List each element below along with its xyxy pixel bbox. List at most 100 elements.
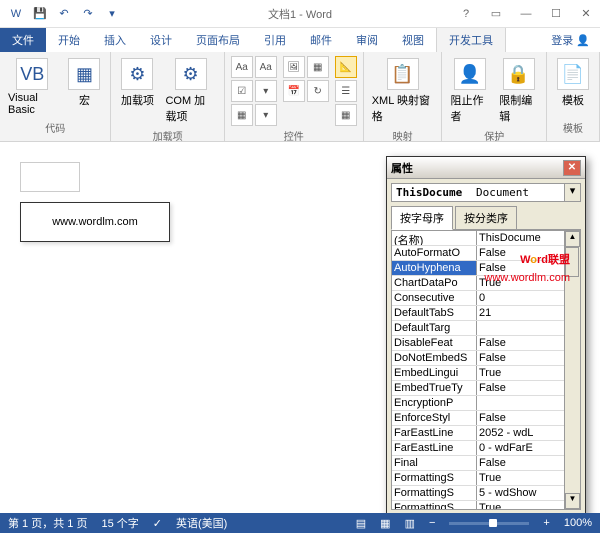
zoom-in-icon[interactable]: + bbox=[543, 517, 549, 529]
status-bar: 第 1 页，共 1 页 15 个字 ✓ 英语(美国) ▤ ▦ ▥ − + 100… bbox=[0, 513, 600, 533]
property-row[interactable]: EmbedLinguiTrue bbox=[392, 366, 580, 381]
tab-alphabetic[interactable]: 按字母序 bbox=[391, 206, 453, 230]
group-button[interactable]: ▦ bbox=[335, 104, 357, 126]
property-row[interactable]: FinalFalse bbox=[392, 456, 580, 471]
repeat-icon[interactable]: ↻ bbox=[307, 80, 329, 102]
xml-mapping-button[interactable]: 📋XML 映射窗格 bbox=[370, 56, 436, 126]
zoom-level[interactable]: 100% bbox=[564, 517, 592, 529]
property-row[interactable]: FormattingSTrue bbox=[392, 501, 580, 510]
ribbon-options-icon[interactable]: ▭ bbox=[482, 4, 510, 24]
property-row[interactable]: DoNotEmbedSFalse bbox=[392, 351, 580, 366]
page-indicator[interactable]: 第 1 页，共 1 页 bbox=[8, 515, 87, 531]
tab-view[interactable]: 视图 bbox=[390, 28, 436, 52]
property-name: DefaultTarg bbox=[392, 321, 477, 335]
property-row[interactable]: DefaultTarg bbox=[392, 321, 580, 336]
property-name: EmbedLingui bbox=[392, 366, 477, 380]
group-addins: ⚙加载项 ⚙COM 加载项 加载项 bbox=[111, 52, 224, 141]
visual-basic-button[interactable]: VBVisual Basic bbox=[6, 56, 58, 118]
word-icon[interactable]: W bbox=[6, 4, 26, 24]
selection-ghost bbox=[20, 162, 80, 192]
properties-close-button[interactable]: ✕ bbox=[563, 160, 581, 176]
help-icon[interactable]: ? bbox=[452, 4, 480, 24]
restrict-editing-button[interactable]: 🔒限制编辑 bbox=[497, 56, 540, 126]
macro-icon: ▦ bbox=[68, 58, 100, 90]
view-read-icon[interactable]: ▤ bbox=[356, 517, 366, 530]
property-name: DefaultTabS bbox=[392, 306, 477, 320]
qat-dropdown-icon[interactable]: ▾ bbox=[102, 4, 122, 24]
property-row[interactable]: EmbedTrueTyFalse bbox=[392, 381, 580, 396]
properties-button[interactable]: ☰ bbox=[335, 80, 357, 102]
save-icon[interactable]: 💾 bbox=[30, 4, 50, 24]
property-name: FormattingS bbox=[392, 471, 477, 485]
zoom-slider[interactable] bbox=[449, 522, 529, 525]
tab-layout[interactable]: 页面布局 bbox=[184, 28, 252, 52]
login-button[interactable]: 登录 👤 bbox=[541, 28, 600, 52]
checkbox-icon[interactable]: ☑ bbox=[231, 80, 253, 102]
more-icon[interactable]: ▾ bbox=[255, 104, 277, 126]
textbox-control[interactable]: www.wordlm.com bbox=[20, 202, 170, 242]
aa-plain-icon[interactable]: Aa bbox=[255, 56, 277, 78]
zoom-out-icon[interactable]: − bbox=[429, 517, 435, 529]
design-mode-button[interactable]: 📐 bbox=[335, 56, 357, 78]
ribbon-tabs: 文件 开始 插入 设计 页面布局 引用 邮件 审阅 视图 开发工具 登录 👤 bbox=[0, 28, 600, 52]
legacy-icon[interactable]: ▦ bbox=[231, 104, 253, 126]
block-authors-button[interactable]: 👤阻止作者 bbox=[448, 56, 491, 126]
dropdown-icon[interactable]: ▾ bbox=[564, 184, 580, 201]
language-indicator[interactable]: 英语(美国) bbox=[176, 515, 227, 531]
property-row[interactable]: DefaultTabS21 bbox=[392, 306, 580, 321]
redo-icon[interactable]: ↷ bbox=[78, 4, 98, 24]
template-icon: 📄 bbox=[557, 58, 589, 90]
lock-icon: 🔒 bbox=[503, 58, 535, 90]
property-row[interactable]: AutoFormatOFalse bbox=[392, 246, 580, 261]
tab-categorized[interactable]: 按分类序 bbox=[455, 206, 517, 230]
undo-icon[interactable]: ↶ bbox=[54, 4, 74, 24]
property-row[interactable]: DisableFeatFalse bbox=[392, 336, 580, 351]
tab-design[interactable]: 设计 bbox=[138, 28, 184, 52]
view-print-icon[interactable]: ▦ bbox=[380, 517, 390, 530]
combo-icon[interactable]: ▾ bbox=[255, 80, 277, 102]
tab-mailings[interactable]: 邮件 bbox=[298, 28, 344, 52]
scroll-up-icon[interactable]: ▲ bbox=[565, 231, 580, 247]
proofing-icon[interactable]: ✓ bbox=[153, 517, 162, 530]
word-count[interactable]: 15 个字 bbox=[101, 515, 138, 531]
property-row[interactable]: FormattingSTrue bbox=[392, 471, 580, 486]
tab-file[interactable]: 文件 bbox=[0, 28, 46, 52]
addin-button[interactable]: ⚙加载项 bbox=[117, 56, 157, 110]
object-selector[interactable]: ThisDocume Document ▾ bbox=[391, 183, 581, 202]
tab-review[interactable]: 审阅 bbox=[344, 28, 390, 52]
properties-window[interactable]: 属性 ✕ ThisDocume Document ▾ 按字母序 按分类序 (名称… bbox=[386, 156, 586, 516]
property-name: AutoHyphena bbox=[392, 261, 477, 275]
scroll-down-icon[interactable]: ▼ bbox=[565, 493, 580, 509]
property-row[interactable]: FarEastLine2052 - wdL bbox=[392, 426, 580, 441]
com-addin-button[interactable]: ⚙COM 加载项 bbox=[163, 56, 217, 126]
property-row[interactable]: EncryptionP bbox=[392, 396, 580, 411]
tab-references[interactable]: 引用 bbox=[252, 28, 298, 52]
tab-home[interactable]: 开始 bbox=[46, 28, 92, 52]
template-button[interactable]: 📄模板 bbox=[553, 56, 593, 110]
xml-icon: 📋 bbox=[387, 58, 419, 90]
property-name: Final bbox=[392, 456, 477, 470]
date-icon[interactable]: 📅 bbox=[283, 80, 305, 102]
property-name: ChartDataPo bbox=[392, 276, 477, 290]
picture-icon[interactable]: 🖼 bbox=[283, 56, 305, 78]
tab-insert[interactable]: 插入 bbox=[92, 28, 138, 52]
addin-icon: ⚙ bbox=[121, 58, 153, 90]
property-row[interactable]: (名称)ThisDocume bbox=[392, 231, 580, 246]
minimize-icon[interactable]: — bbox=[512, 4, 540, 24]
property-row[interactable]: EnforceStylFalse bbox=[392, 411, 580, 426]
maximize-icon[interactable]: ☐ bbox=[542, 4, 570, 24]
macro-button[interactable]: ▦宏 bbox=[64, 56, 104, 110]
group-label: 模板 bbox=[563, 118, 583, 137]
property-row[interactable]: FarEastLine0 - wdFarE bbox=[392, 441, 580, 456]
property-name: FarEastLine bbox=[392, 426, 477, 440]
property-row[interactable]: Consecutive0 bbox=[392, 291, 580, 306]
view-web-icon[interactable]: ▥ bbox=[405, 517, 415, 530]
title-bar: W 💾 ↶ ↷ ▾ 文档1 - Word ? ▭ — ☐ ✕ bbox=[0, 0, 600, 28]
tab-developer[interactable]: 开发工具 bbox=[436, 27, 506, 52]
close-icon[interactable]: ✕ bbox=[572, 4, 600, 24]
properties-titlebar[interactable]: 属性 ✕ bbox=[387, 157, 585, 179]
building-icon[interactable]: ▦ bbox=[307, 56, 329, 78]
ribbon: VBVisual Basic ▦宏 代码 ⚙加载项 ⚙COM 加载项 加载项 A… bbox=[0, 52, 600, 142]
property-row[interactable]: FormattingS5 - wdShow bbox=[392, 486, 580, 501]
aa-rich-icon[interactable]: Aa bbox=[231, 56, 253, 78]
